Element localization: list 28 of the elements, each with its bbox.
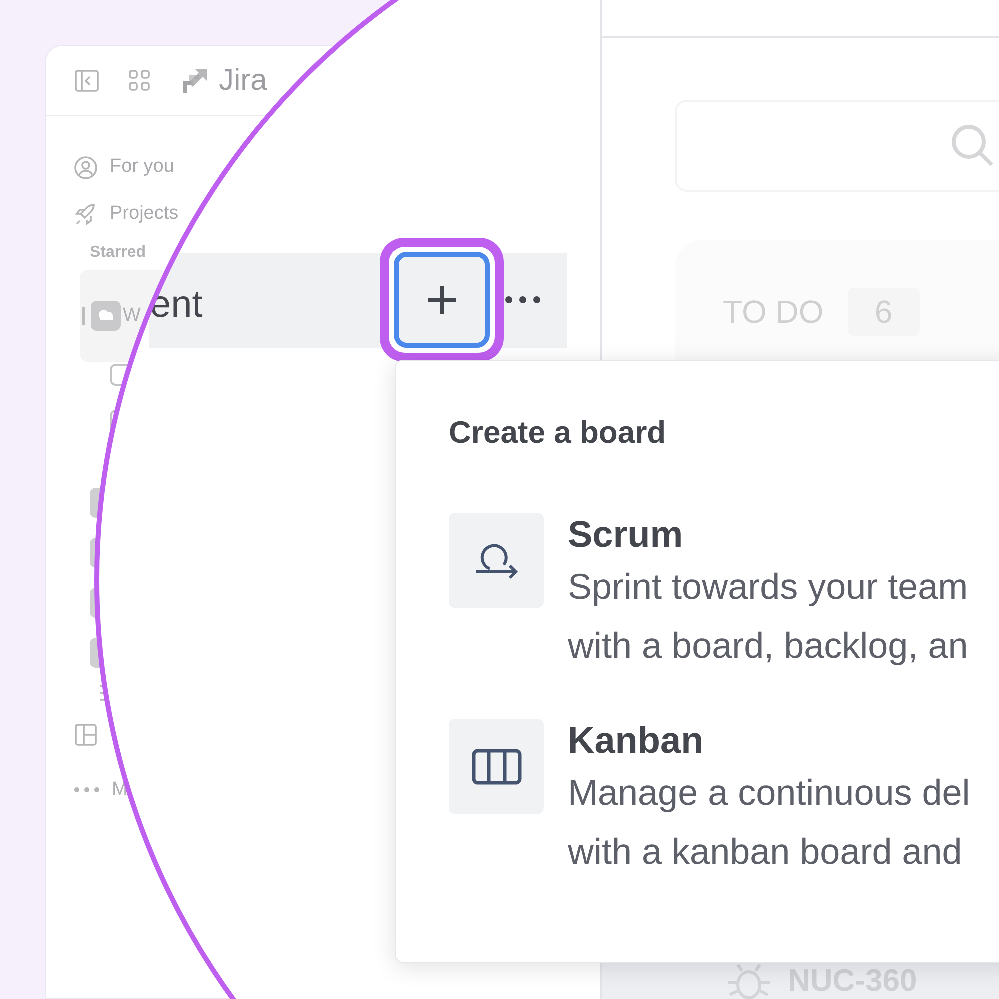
weather-icon: [91, 301, 121, 331]
person-icon: [74, 156, 98, 180]
option-description: with a board, backlog, an: [568, 624, 968, 668]
board-option[interactable]: Scrum Sprint towards your team with a board, backlog, an: [449, 513, 999, 675]
option-description: Manage a continuous del: [568, 771, 970, 815]
option-description: Sprint towards your team: [568, 565, 968, 609]
bug-icon: [726, 963, 772, 999]
app-grid-icon[interactable]: [129, 70, 151, 92]
drag-handle-icon: [82, 307, 85, 325]
columns-icon: [472, 748, 522, 784]
section-label: Starred: [89, 243, 148, 262]
more-icon: [74, 787, 100, 794]
plus-icon: [426, 284, 458, 316]
menu-title: Create a board: [449, 414, 668, 452]
board-option[interactable]: Kanban Manage a continuous del with a kanban board and: [449, 719, 999, 881]
rocket-icon: [74, 202, 98, 226]
add-button[interactable]: [394, 252, 490, 348]
logo-icon: [181, 66, 209, 94]
search-field[interactable]: [675, 100, 999, 192]
app-name: Jira: [219, 63, 268, 99]
more-icon[interactable]: [505, 296, 541, 304]
option-title: Scrum: [568, 513, 684, 557]
option-title: Kanban: [568, 719, 705, 763]
layout-icon: [75, 724, 97, 746]
sidebar-collapse-icon[interactable]: [75, 70, 99, 92]
option-description: with a kanban board and: [568, 830, 964, 874]
project-name: W: [123, 304, 141, 328]
search-icon: [951, 124, 995, 168]
